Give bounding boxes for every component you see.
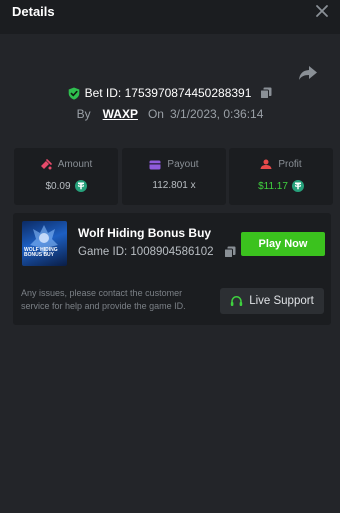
game-id-row: Game ID: 1008904586102 — [78, 246, 236, 258]
bet-id-row: Bet ID: 1753970874450288391 — [0, 86, 340, 100]
stat-payout: Payout 112.801 x — [122, 148, 226, 205]
game-thumbnail[interactable]: WOLF HIDING BONUS BUY — [22, 221, 67, 266]
username-link[interactable]: WAXP — [103, 107, 138, 121]
wallet-icon — [149, 160, 161, 169]
stat-value: $11.17 — [258, 180, 288, 192]
bet-date: 3/1/2023, 0:36:14 — [169, 107, 264, 121]
stat-label: Payout — [167, 159, 199, 170]
stat-value: $0.09 — [45, 180, 71, 192]
amount-icon — [40, 159, 52, 170]
tether-coin-icon — [74, 180, 87, 192]
wolf-image-icon — [30, 225, 58, 255]
stat-label: Amount — [57, 159, 93, 170]
live-support-button[interactable]: Live Support — [220, 288, 324, 314]
support-help-text: Any issues, please contact the customer … — [21, 288, 186, 311]
game-card: WOLF HIDING BONUS BUY Wolf Hiding Bonus … — [13, 213, 331, 325]
page-title: Details — [12, 4, 55, 19]
stat-label: Profit — [278, 159, 302, 170]
bet-id-text: Bet ID: 1753970874450288391 — [84, 86, 252, 100]
by-label: By — [76, 107, 91, 121]
header-bar: Details — [0, 0, 340, 34]
live-support-label: Live Support — [249, 295, 314, 307]
play-now-button[interactable]: Play Now — [241, 232, 325, 256]
thumbnail-logo-text: WOLF HIDING BONUS BUY — [24, 247, 58, 258]
profit-icon — [260, 159, 272, 169]
stat-profit: Profit $11.17 — [229, 148, 333, 205]
stat-amount: Amount $0.09 — [14, 148, 118, 205]
headset-icon — [231, 295, 243, 306]
copy-icon[interactable] — [260, 87, 272, 99]
copy-icon[interactable] — [223, 246, 236, 258]
shield-check-icon — [68, 87, 79, 100]
bet-meta-row: By WAXP On 3/1/2023, 0:36:14 — [0, 107, 340, 121]
close-icon[interactable] — [314, 3, 330, 19]
on-label: On — [147, 107, 164, 121]
share-icon[interactable] — [298, 64, 318, 82]
game-title: Wolf Hiding Bonus Buy — [78, 226, 212, 240]
game-id-text: Game ID: 1008904586102 — [78, 246, 214, 258]
stat-value: 112.801 x — [152, 180, 196, 191]
tether-coin-icon — [291, 180, 304, 192]
